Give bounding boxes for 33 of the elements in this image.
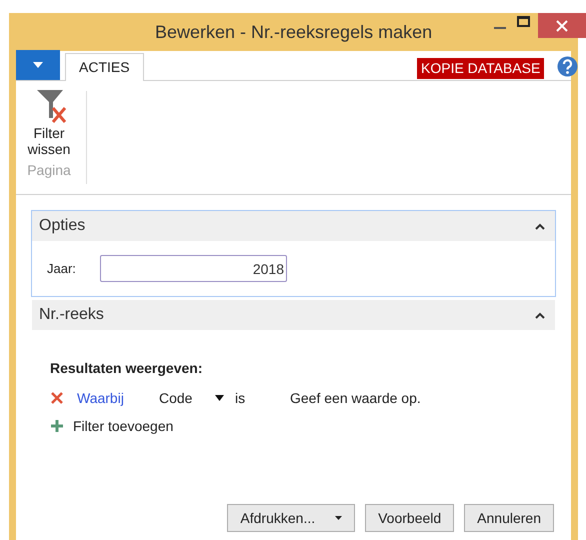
filter-prefix-link[interactable]: Waarbij [77, 388, 159, 408]
database-badge: KOPIE DATABASE [417, 58, 544, 79]
collapse-icon[interactable] [535, 312, 545, 318]
remove-icon[interactable] [50, 391, 64, 405]
caret-icon [335, 516, 342, 520]
section-header[interactable]: Nr.-reeks [32, 300, 555, 330]
close-icon [556, 20, 568, 32]
caret-icon [33, 62, 43, 68]
dialog-button[interactable]: Annuleren [464, 504, 554, 532]
filter-value-field[interactable]: Geef een waarde op. [290, 388, 480, 408]
collapse-icon[interactable] [535, 222, 545, 230]
app-menu-button[interactable] [16, 50, 60, 80]
field-dropdown[interactable]: Code [159, 388, 235, 408]
add-filter-link[interactable]: Filter toevoegen [73, 416, 174, 436]
clear-filter-button[interactable]: Filter wissen [24, 91, 74, 157]
caret-icon [215, 395, 224, 401]
maximize-icon[interactable] [517, 16, 530, 27]
field-label: Jaar: [47, 260, 77, 278]
action-label: Filter wissen [26, 125, 72, 157]
section-header[interactable]: Opties [32, 211, 555, 241]
dialog-button[interactable]: Afdrukken... [227, 504, 356, 532]
group-label: Pagina [27, 161, 71, 180]
filter-heading: Resultaten weergeven: [50, 359, 204, 378]
close-button[interactable] [538, 13, 586, 38]
add-icon [50, 419, 64, 433]
year-field[interactable]: 2018 [100, 255, 287, 282]
section-title: Nr.-reeks [39, 305, 104, 325]
help-icon[interactable] [557, 56, 578, 77]
section-title: Opties [39, 216, 86, 236]
ribbon-tab[interactable]: ACTIES [65, 53, 144, 81]
window-title: Bewerken - Nr.-reeksregels maken [155, 21, 432, 44]
operator-label: is [235, 388, 246, 408]
dialog-button[interactable]: Voorbeeld [365, 504, 454, 532]
